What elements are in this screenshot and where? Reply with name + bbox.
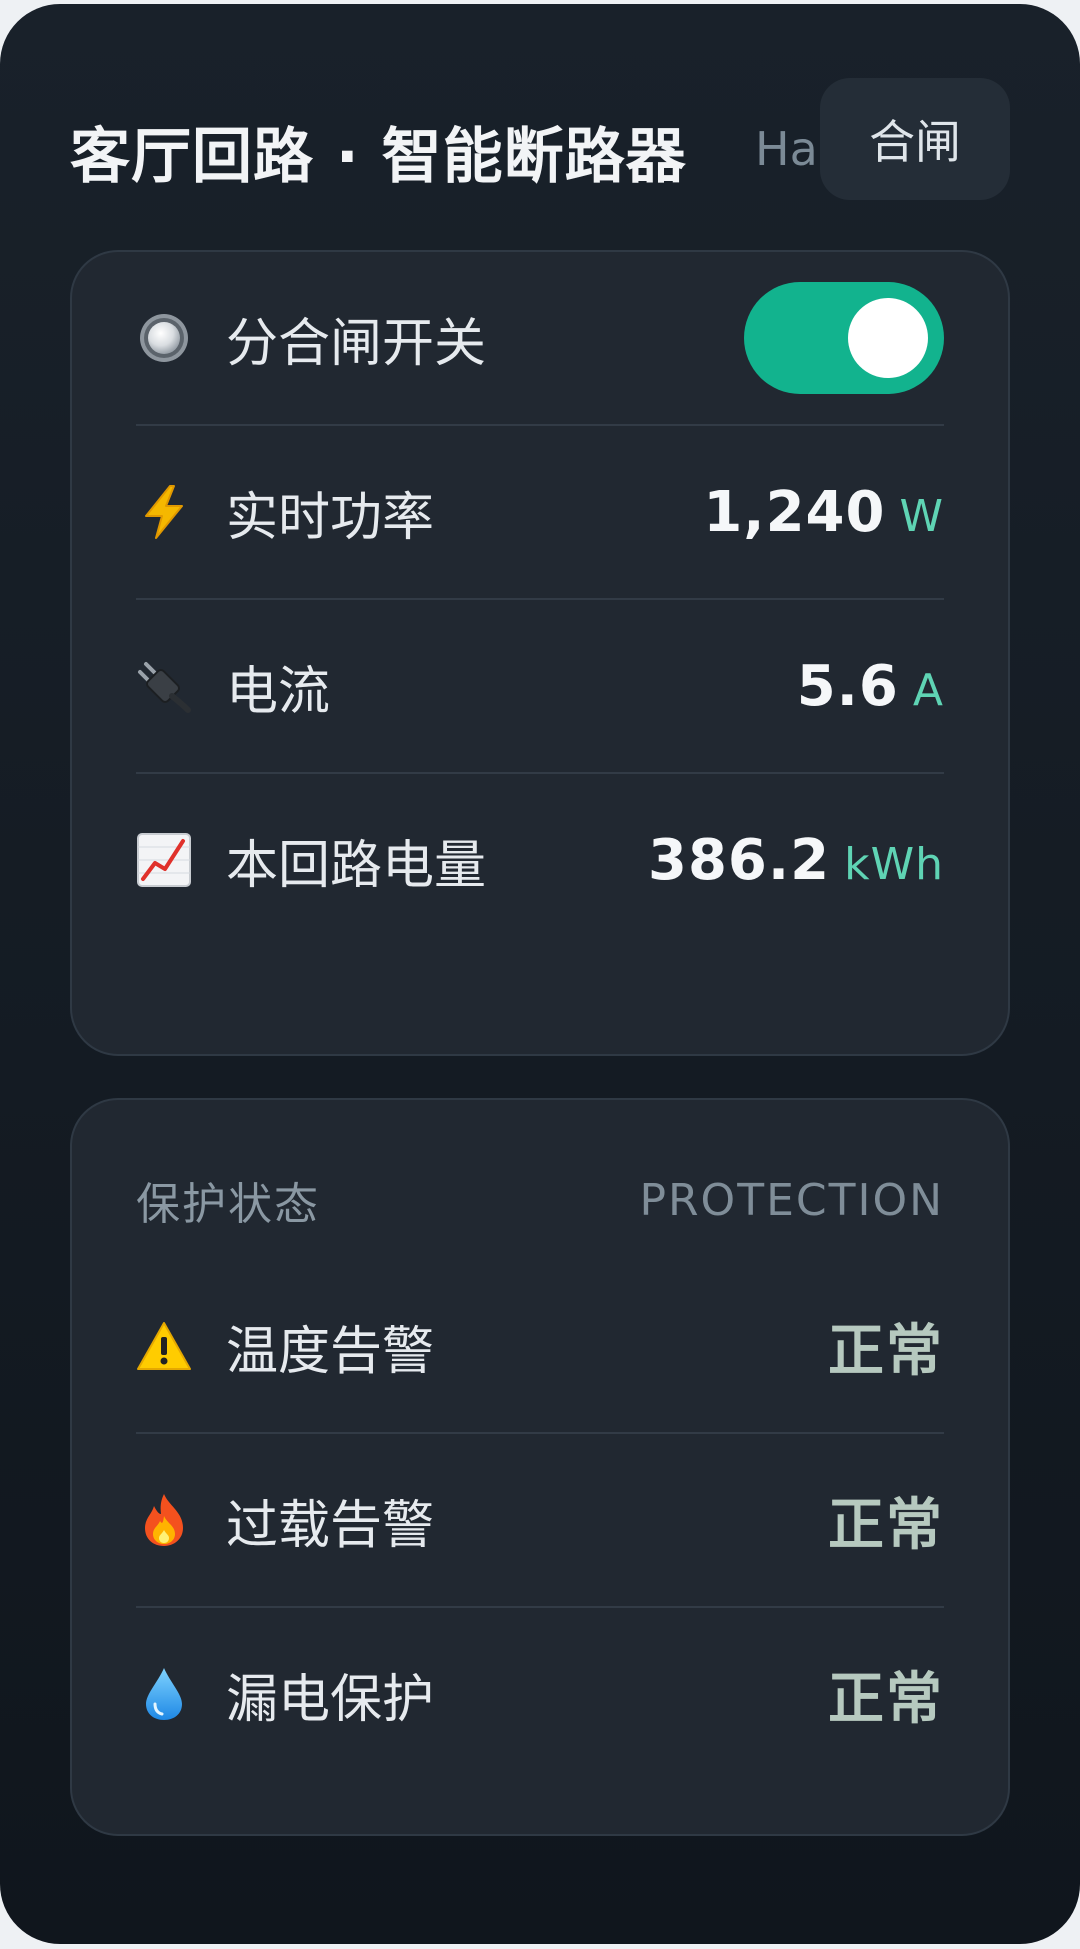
protection-title: 保护状态 [136, 1179, 320, 1230]
main-card: 分合闸开关 实时功率 1,240 W 电流 5.6 A 本回路电量 386.2 … [70, 250, 1010, 1056]
protection-card: 保护状态 PROTECTION 温度告警 正常 过载告警 正常 漏电保护 正常 [70, 1098, 1010, 1836]
power-value: 1,240 W [703, 480, 944, 545]
breaker-toggle[interactable] [744, 282, 944, 394]
plug-icon [136, 658, 192, 714]
protection-row-temperature: 温度告警 正常 [136, 1260, 944, 1434]
protection-status: 正常 [828, 1318, 944, 1384]
protection-label: 漏电保护 [226, 1669, 435, 1730]
current-unit: A [912, 664, 944, 716]
protection-row-leakage: 漏电保护 正常 [136, 1608, 944, 1780]
current-row: 电流 5.6 A [136, 600, 944, 774]
switch-row: 分合闸开关 [136, 252, 944, 426]
energy-value: 386.2 kWh [648, 828, 944, 893]
radio-button-icon [136, 310, 192, 366]
power-unit: W [899, 490, 944, 542]
energy-unit: kWh [844, 838, 944, 890]
protection-header: 保护状态 PROTECTION [136, 1160, 944, 1240]
protection-status: 正常 [828, 1666, 944, 1732]
power-row: 实时功率 1,240 W [136, 426, 944, 600]
droplet-icon [136, 1666, 192, 1722]
power-number: 1,240 [703, 479, 886, 545]
protection-label: 过载告警 [226, 1495, 435, 1556]
energy-row: 本回路电量 386.2 kWh [136, 774, 944, 946]
page-subtitle: Ha [755, 122, 818, 176]
warning-icon [136, 1318, 192, 1374]
power-label: 实时功率 [226, 487, 435, 548]
protection-row-overload: 过载告警 正常 [136, 1434, 944, 1608]
breaker-state-button[interactable]: 合闸 [820, 78, 1010, 200]
lightning-icon [136, 484, 192, 540]
breaker-panel: 客厅回路 · 智能断路器 Ha 合闸 分合闸开关 实时功率 1,240 W 电流… [0, 4, 1080, 1944]
current-label: 电流 [226, 661, 331, 722]
current-value: 5.6 A [797, 654, 944, 719]
toggle-knob [848, 298, 928, 378]
switch-label: 分合闸开关 [226, 313, 487, 374]
page-title: 客厅回路 · 智能断路器 [70, 122, 687, 192]
current-number: 5.6 [796, 653, 899, 719]
protection-label: 温度告警 [226, 1321, 435, 1382]
fire-icon [136, 1492, 192, 1548]
chart-increasing-icon [136, 832, 192, 888]
energy-label: 本回路电量 [226, 835, 487, 896]
header: 客厅回路 · 智能断路器 Ha 合闸 [70, 78, 1010, 208]
protection-title-en: PROTECTION [639, 1174, 944, 1226]
energy-number: 386.2 [647, 827, 831, 893]
protection-status: 正常 [828, 1492, 944, 1558]
